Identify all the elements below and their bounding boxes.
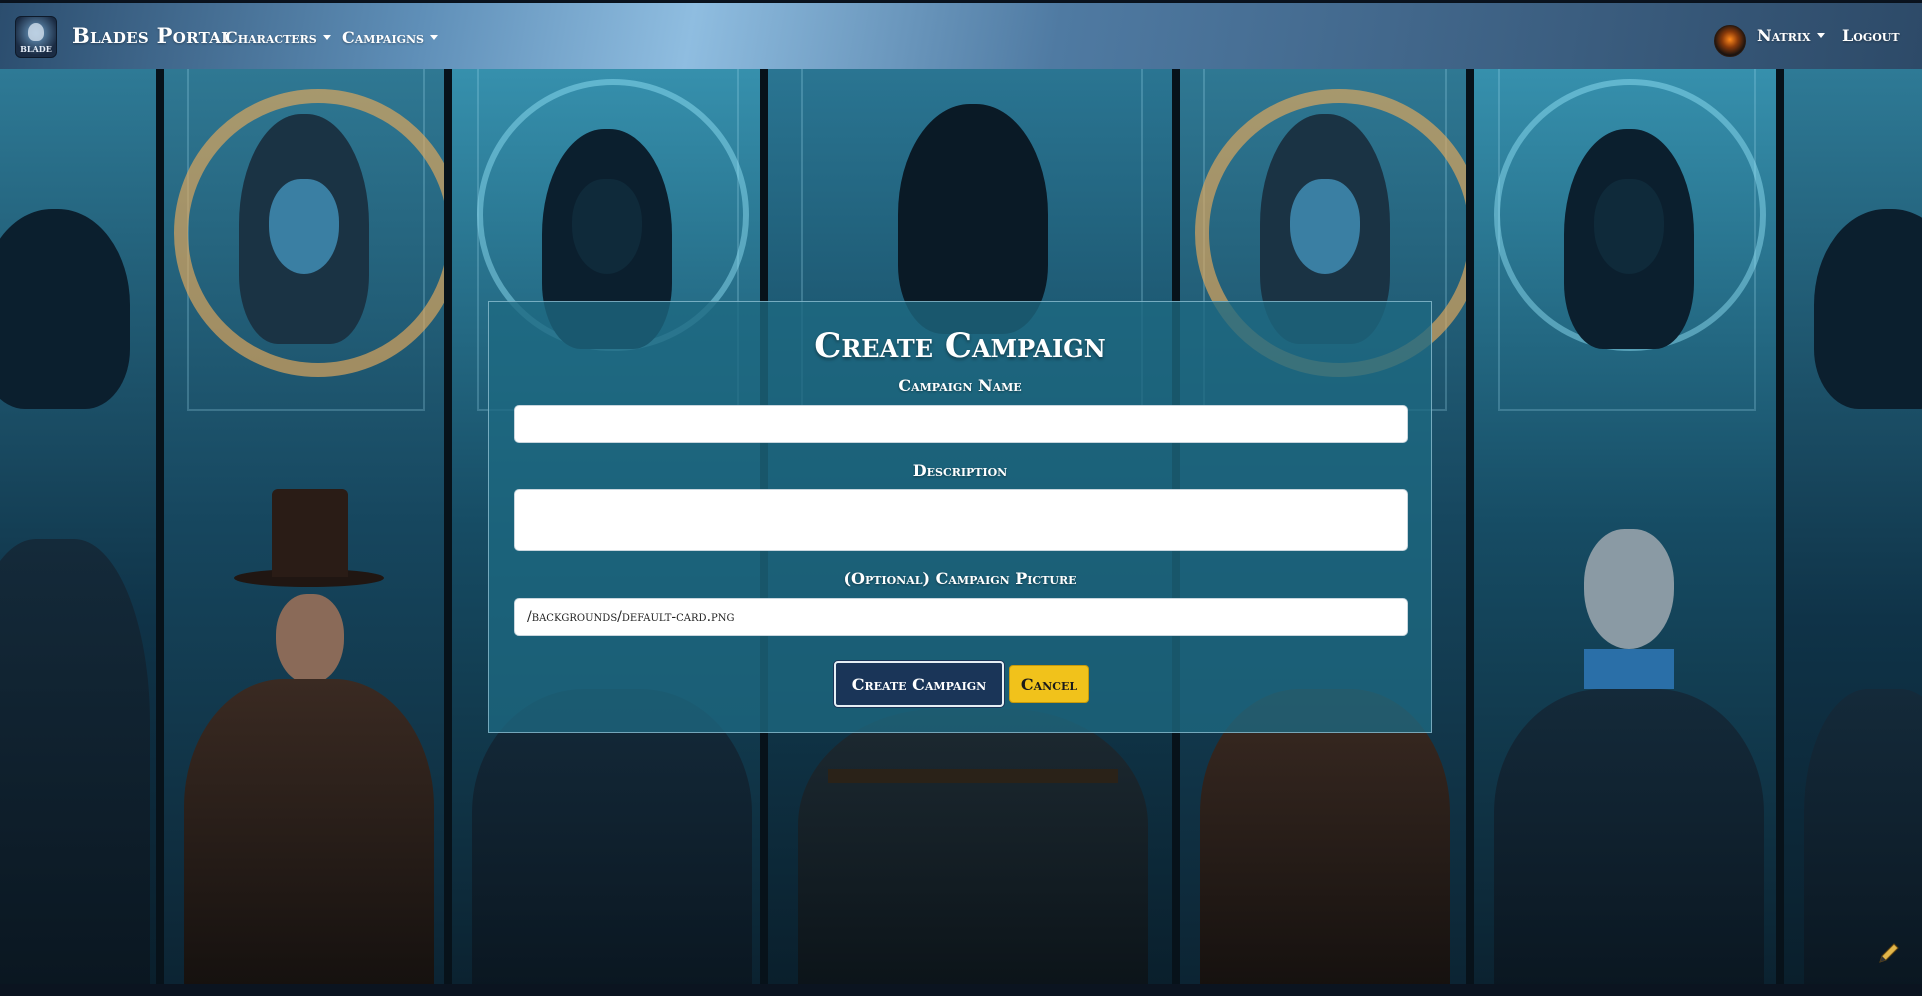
- create-campaign-form: Create Campaign Campaign Name Descriptio…: [488, 301, 1432, 733]
- cancel-button[interactable]: Cancel: [1009, 665, 1089, 703]
- brand-logo-icon[interactable]: BLADE: [15, 16, 57, 58]
- bg-panel: [164, 69, 448, 984]
- bg-panel: [1784, 69, 1922, 984]
- nav-characters-dropdown[interactable]: Characters: [225, 28, 331, 47]
- campaign-picture-input[interactable]: [514, 598, 1408, 636]
- user-avatar[interactable]: [1714, 25, 1746, 57]
- logout-link[interactable]: Logout: [1842, 26, 1900, 45]
- chevron-down-icon: [1816, 33, 1825, 38]
- nav-characters-label: Characters: [225, 28, 317, 47]
- chevron-down-icon: [430, 35, 438, 40]
- description-textarea[interactable]: [514, 489, 1408, 551]
- brand-logo-text: BLADE: [20, 44, 52, 54]
- create-campaign-button[interactable]: Create Campaign: [834, 661, 1004, 707]
- user-menu-dropdown[interactable]: Natrix: [1757, 26, 1825, 45]
- bg-panel: [1474, 69, 1780, 984]
- campaign-name-input[interactable]: [514, 405, 1408, 443]
- campaign-name-label: Campaign Name: [898, 376, 1022, 395]
- campaign-picture-label: (Optional) Campaign Picture: [843, 569, 1077, 588]
- nav-campaigns-label: Campaigns: [342, 28, 424, 47]
- edit-pen-icon[interactable]: [1876, 940, 1902, 966]
- page-footer-strip: [0, 984, 1922, 996]
- top-navbar: BLADE Blades Portal Characters Campaigns…: [0, 3, 1922, 69]
- brand-name-link[interactable]: Blades Portal: [72, 23, 232, 48]
- description-label: Description: [912, 461, 1008, 480]
- chevron-down-icon: [322, 35, 331, 40]
- nav-campaigns-dropdown[interactable]: Campaigns: [342, 28, 438, 47]
- page-title: Create Campaign: [814, 326, 1106, 366]
- user-name-label: Natrix: [1757, 26, 1811, 45]
- bg-panel: [0, 69, 160, 984]
